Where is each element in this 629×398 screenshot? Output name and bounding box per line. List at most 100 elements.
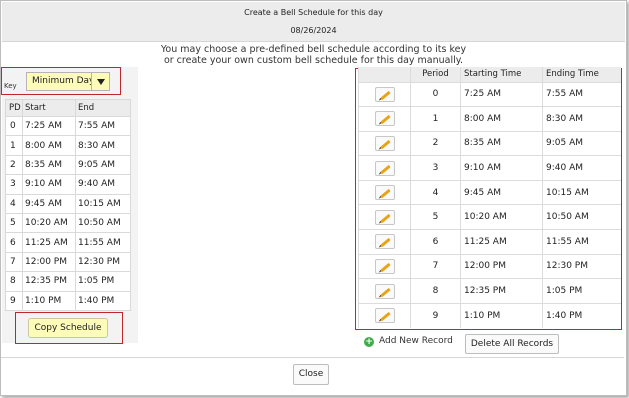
schedule-cell-period: 1 [410,106,461,132]
edit-row-button[interactable] [374,86,395,102]
preset-cell-end: 1:40 PM [75,290,131,311]
dialog-title: Create a Bell Schedule for this day [244,8,383,17]
schedule-table-row: 9 1:10 PM 1:40 PM [358,302,621,328]
schedule-cell-end: 9:40 AM [542,155,621,181]
schedule-cell-period: 8 [410,278,461,304]
preset-cell-end: 12:30 PM [75,251,131,273]
instruction-line-1: You may choose a pre-defined bell schedu… [160,44,467,55]
preset-cell-start: 9:10 AM [22,174,76,195]
preset-cell-pd: 0 [5,115,23,137]
dialog-titlebar: Create a Bell Schedule for this day 08/2… [2,2,625,42]
preset-cell-end: 1:05 PM [75,271,131,292]
schedule-table-row: 6 11:25 AM 11:55 AM [358,229,621,255]
preset-table-row: 1 8:00 AM 8:30 AM [5,135,131,156]
schedule-cell-period: 9 [410,302,461,328]
preset-cell-start: 8:35 AM [22,154,76,176]
col-header-period: Period [410,67,461,82]
edit-cell [358,204,411,230]
dialog-date: 08/26/2024 [290,26,337,35]
edit-cell [358,106,411,132]
key-select-value: Minimum Day [32,76,95,86]
schedule-table-row: 8 12:35 PM 1:05 PM [358,278,621,304]
col-header-ending-time: Ending Time [542,67,621,82]
preset-table-row: 7 12:00 PM 12:30 PM [5,251,131,273]
schedule-table-row: 3 9:10 AM 9:40 AM [358,155,621,181]
preset-cell-pd: 1 [5,135,23,156]
schedule-table-row: 2 8:35 AM 9:05 AM [358,130,621,156]
edit-row-button[interactable] [374,135,395,151]
instructions: You may choose a pre-defined bell schedu… [1,44,626,66]
preset-table-row: 2 8:35 AM 9:05 AM [5,154,131,176]
preset-cell-end: 9:05 AM [75,154,131,176]
col-header-end: End [75,99,131,117]
delete-all-records-button[interactable]: Delete All Records [465,334,559,354]
preset-cell-start: 11:25 AM [22,232,76,253]
schedule-table-row: 1 8:00 AM 8:30 AM [358,106,621,132]
schedule-cell-end: 1:05 PM [542,278,621,304]
pencil-icon [379,213,391,223]
col-header-starting-time: Starting Time [460,67,543,82]
schedule-cell-start: 9:45 AM [460,179,543,205]
preset-cell-pd: 8 [5,271,23,292]
preset-cell-start: 8:00 AM [22,135,76,156]
schedule-cell-end: 10:15 AM [542,179,621,205]
preset-table-row: 6 11:25 AM 11:55 AM [5,232,131,253]
pencil-icon [379,238,391,248]
preset-cell-pd: 6 [5,232,23,253]
edit-cell [358,302,411,328]
schedule-cell-start: 1:10 PM [460,302,543,328]
preset-cell-pd: 3 [5,174,23,195]
bell-schedule-table: Period Starting Time Ending Time 0 7:25 A… [358,67,621,328]
schedule-cell-start: 8:35 AM [460,130,543,156]
edit-row-button[interactable] [374,258,395,274]
pencil-icon [379,164,391,174]
schedule-cell-period: 3 [410,155,461,181]
schedule-cell-start: 7:25 AM [460,81,543,107]
schedule-cell-start: 8:00 AM [460,106,543,132]
key-select-toggle[interactable] [91,73,109,90]
preset-cell-start: 9:45 AM [22,193,76,214]
schedule-table-row: 7 12:00 PM 12:30 PM [358,253,621,279]
copy-schedule-button[interactable]: Copy Schedule [28,318,108,338]
close-button[interactable]: Close [293,364,329,385]
preset-table-row: 8 12:35 PM 1:05 PM [5,271,131,292]
edit-cell [358,179,411,205]
preset-cell-pd: 5 [5,212,23,234]
edit-row-button[interactable] [374,160,395,176]
edit-row-button[interactable] [374,209,395,225]
edit-cell [358,278,411,304]
schedule-cell-period: 5 [410,204,461,230]
edit-cell [358,155,411,181]
schedule-cell-start: 9:10 AM [460,155,543,181]
preset-cell-end: 11:55 AM [75,232,131,253]
schedule-cell-end: 9:05 AM [542,130,621,156]
key-select[interactable]: Minimum Day [26,72,110,91]
edit-row-button[interactable] [374,185,395,201]
preset-cell-end: 10:15 AM [75,193,131,214]
schedule-cell-end: 7:55 AM [542,81,621,107]
preset-table-row: 3 9:10 AM 9:40 AM [5,174,131,195]
edit-row-button[interactable] [374,234,395,250]
preset-table-row: 5 10:20 AM 10:50 AM [5,212,131,234]
preset-cell-start: 12:35 PM [22,271,76,292]
schedule-table-row: 5 10:20 AM 10:50 AM [358,204,621,230]
schedule-cell-end: 8:30 AM [542,106,621,132]
preset-cell-start: 10:20 AM [22,212,76,234]
schedule-cell-end: 12:30 PM [542,253,621,279]
pencil-icon [379,139,391,150]
pencil-icon [379,287,391,297]
pencil-icon [379,90,391,100]
pencil-icon [379,262,391,273]
schedule-cell-start: 12:35 PM [460,278,543,304]
schedule-cell-end: 1:40 PM [542,302,621,328]
edit-row-button[interactable] [374,308,395,324]
edit-row-button[interactable] [374,111,395,127]
footer-divider [1,357,624,358]
preset-cell-end: 8:30 AM [75,135,131,156]
edit-row-button[interactable] [374,283,395,299]
preset-schedule-table: PD Start End 0 7:25 AM 7:55 AM 1 8:00 AM 8:30… [5,99,131,311]
add-new-record-link[interactable]: + Add New Record [364,336,453,347]
edit-cell [358,253,411,279]
chevron-down-icon [97,79,105,85]
preset-cell-start: 12:00 PM [22,251,76,273]
